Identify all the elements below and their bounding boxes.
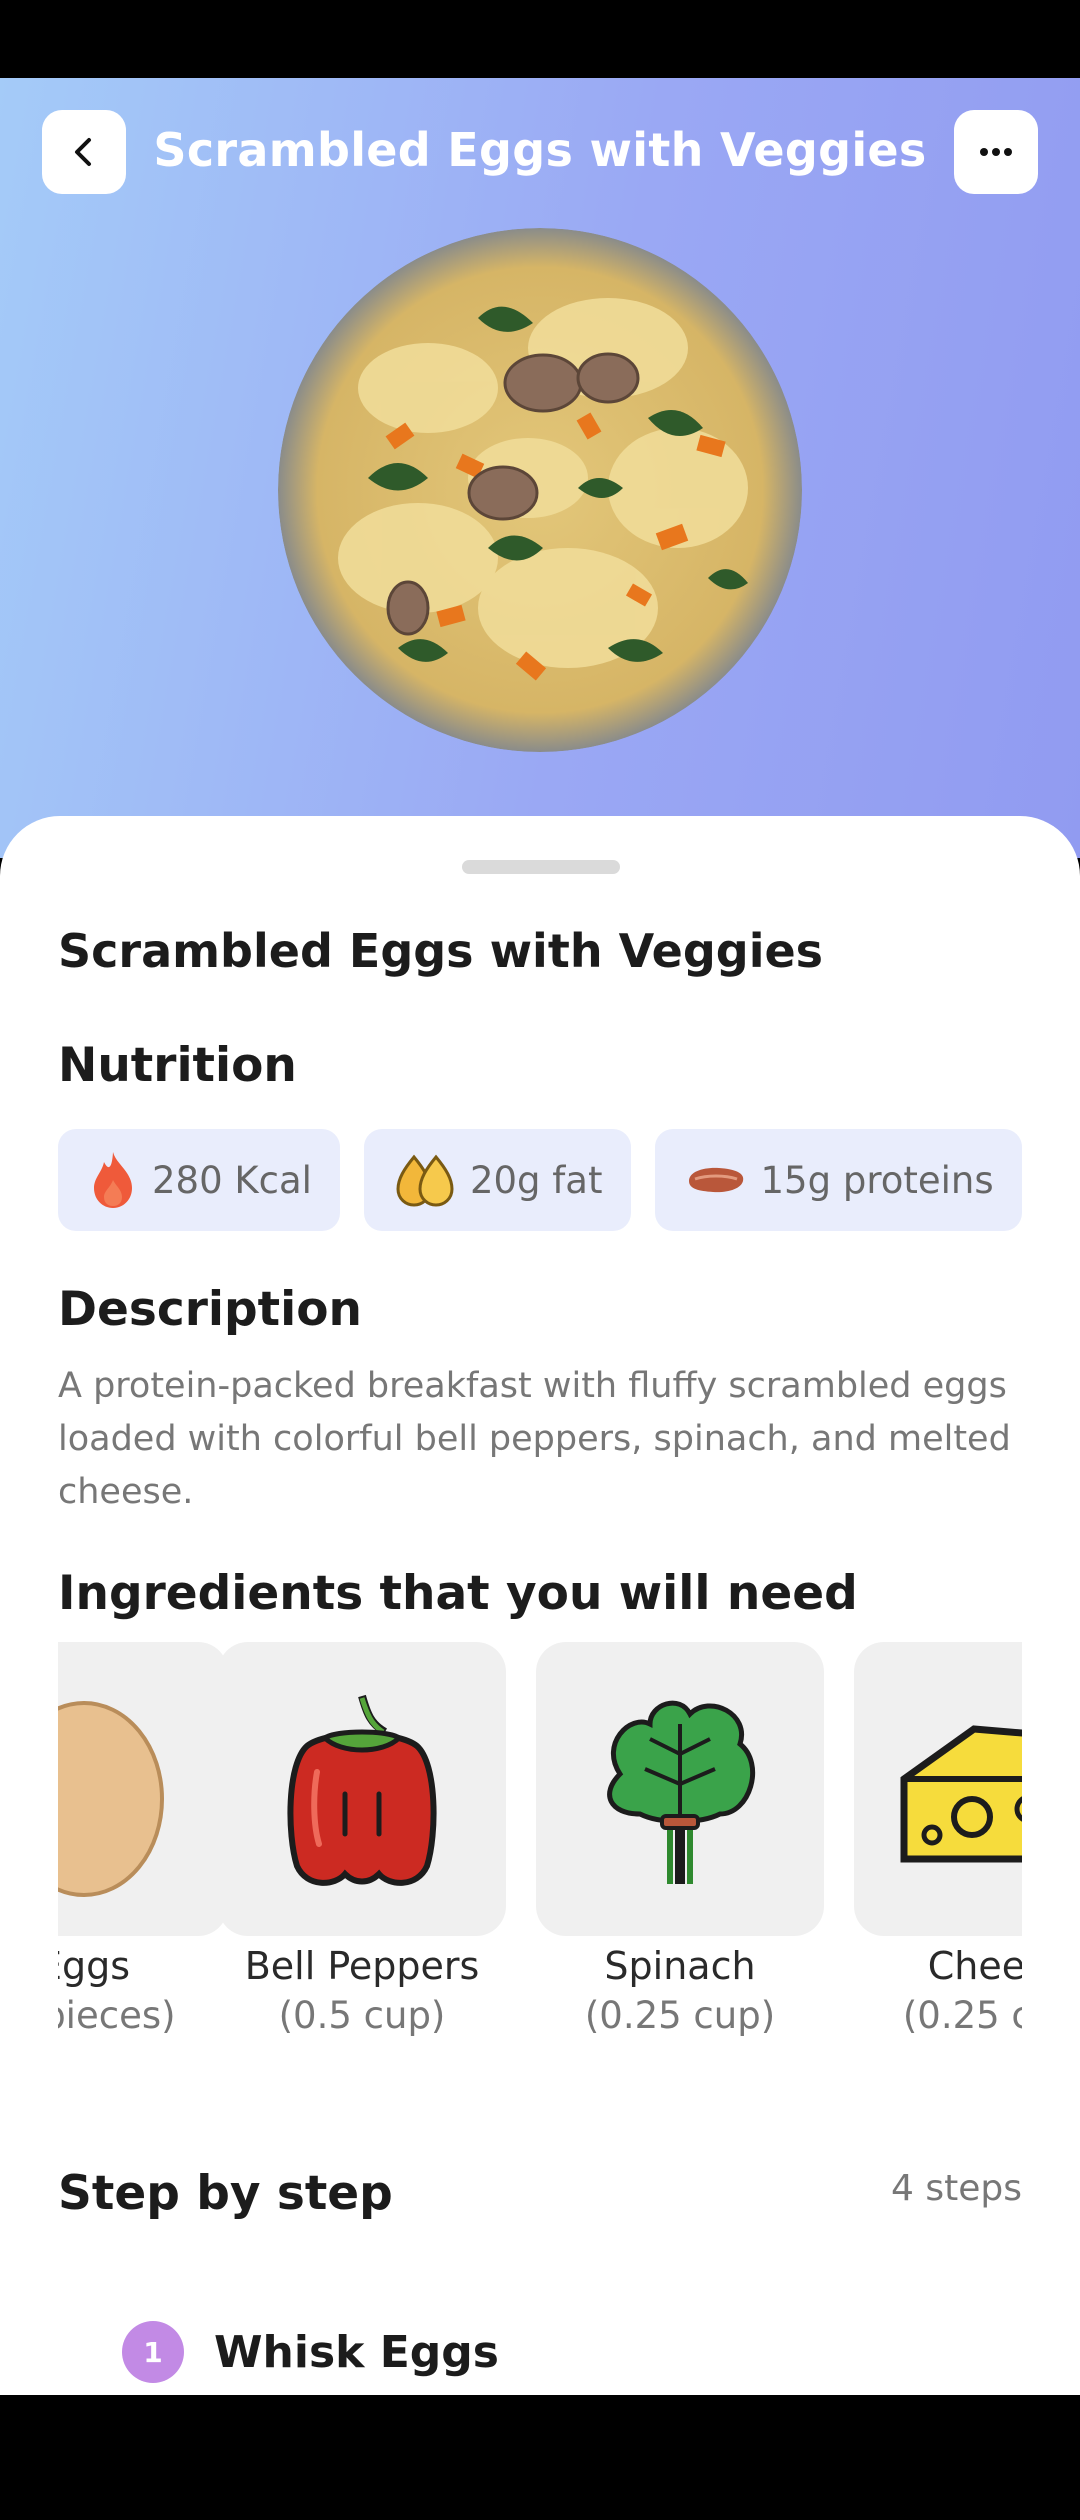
header-title: Scrambled Eggs with Veggies <box>153 123 927 177</box>
ingredient-quantity: (0.5 cup) <box>278 1994 446 2037</box>
ingredient-name: Eggs <box>58 1944 131 1988</box>
nutrition-heading: Nutrition <box>58 1038 297 1093</box>
egg-icon <box>58 1701 164 1897</box>
protein-label: 15g proteins <box>760 1158 994 1202</box>
ingredient-name: Bell Peppers <box>244 1944 480 1988</box>
fat-label: 20g fat <box>469 1158 603 1202</box>
step-item[interactable]: 1 Whisk Eggs <box>122 2321 499 2383</box>
recipe-details-sheet[interactable]: Scrambled Eggs with Veggies Nutrition 28… <box>0 816 1080 2395</box>
ingredient-quantity: (3 pieces) <box>58 1994 176 2037</box>
ingredient-card-eggs[interactable]: Eggs (3 pieces) <box>58 1642 228 2037</box>
flame-icon <box>94 1152 132 1208</box>
steps-count: 4 steps <box>891 2168 1022 2209</box>
back-button[interactable] <box>42 110 126 194</box>
nutrition-chip-fat: 20g fat <box>363 1129 631 1231</box>
step-number-badge: 1 <box>122 2321 184 2383</box>
steps-heading: Step by step <box>58 2166 393 2221</box>
description-heading: Description <box>58 1282 362 1337</box>
system-navigation-bar <box>0 2395 1080 2520</box>
ingredient-card-cheese[interactable]: Cheese (0.25 cup) <box>854 1642 1022 2037</box>
dish-photo <box>278 228 802 752</box>
more-options-button[interactable] <box>954 110 1038 194</box>
ingredient-name: Cheese <box>927 1944 1022 1988</box>
cheese-icon <box>900 1725 1022 1863</box>
calories-label: 280 Kcal <box>152 1158 312 1202</box>
ingredients-heading: Ingredients that you will need <box>58 1566 858 1621</box>
ingredient-name: Spinach <box>604 1944 756 1988</box>
nutrition-chip-protein: 15g proteins <box>654 1129 1022 1231</box>
ingredient-card-bell-peppers[interactable]: Bell Peppers (0.5 cup) <box>218 1642 506 2037</box>
drag-handle[interactable] <box>462 860 620 874</box>
recipe-title: Scrambled Eggs with Veggies <box>58 924 824 978</box>
ingredient-quantity: (0.25 cup) <box>902 1994 1022 2037</box>
status-bar <box>0 0 1080 78</box>
ingredients-carousel[interactable]: Eggs (3 pieces) Bell Peppers (0.5 cup) <box>58 1642 1022 2062</box>
description-text: A protein-packed breakfast with fluffy s… <box>58 1366 1011 1512</box>
ingredient-card-spinach[interactable]: Spinach (0.25 cup) <box>536 1642 824 2037</box>
step-title: Whisk Eggs <box>214 2326 499 2378</box>
bell-pepper-icon <box>287 1694 437 1886</box>
fat-drops-icon <box>396 1154 454 1207</box>
nutrition-chip-calories: 280 Kcal <box>58 1129 340 1231</box>
spinach-icon <box>607 1700 756 1884</box>
ingredient-quantity: (0.25 cup) <box>584 1994 776 2037</box>
meat-icon <box>688 1167 743 1193</box>
chevron-left-icon <box>75 138 91 166</box>
more-horizontal-icon <box>980 148 1012 156</box>
nutrition-list: 280 Kcal 20g fat 15g proteins <box>58 1129 1022 1231</box>
recipe-hero: Scrambled Eggs with Veggies <box>0 78 1080 858</box>
